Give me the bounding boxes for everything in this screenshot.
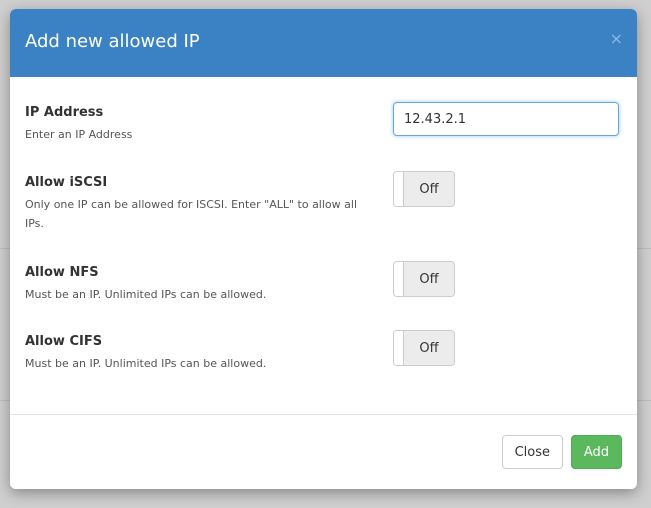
modal-header: Add new allowed IP × <box>10 9 637 77</box>
allow-nfs-field: Allow NFS Must be an IP. Unlimited IPs c… <box>25 265 375 304</box>
allow-cifs-toggle[interactable]: Off <box>393 330 455 366</box>
close-button[interactable]: Close <box>501 435 563 469</box>
allow-nfs-help: Must be an IP. Unlimited IPs can be allo… <box>25 288 267 301</box>
modal-body: IP Address Enter an IP Address Allow iSC… <box>10 77 637 415</box>
allow-iscsi-toggle[interactable]: Off <box>393 171 455 207</box>
toggle-state: Off <box>404 172 454 206</box>
ip-address-label: IP Address <box>25 105 104 120</box>
close-icon[interactable]: × <box>610 29 623 48</box>
allow-iscsi-label: Allow iSCSI <box>25 175 108 190</box>
modal-footer: Close Add <box>10 414 637 489</box>
allow-cifs-field: Allow CIFS Must be an IP. Unlimited IPs … <box>25 334 375 373</box>
toggle-handle <box>394 172 404 206</box>
allow-nfs-toggle[interactable]: Off <box>393 261 455 297</box>
allow-iscsi-help: Only one IP can be allowed for ISCSI. En… <box>25 198 357 230</box>
allow-cifs-help: Must be an IP. Unlimited IPs can be allo… <box>25 357 267 370</box>
add-button[interactable]: Add <box>570 435 622 469</box>
toggle-state: Off <box>404 262 454 296</box>
allow-nfs-label: Allow NFS <box>25 265 99 280</box>
allow-iscsi-field: Allow iSCSI Only one IP can be allowed f… <box>25 175 375 233</box>
toggle-handle <box>394 262 404 296</box>
ip-address-field: IP Address Enter an IP Address <box>25 105 375 144</box>
allow-cifs-label: Allow CIFS <box>25 334 103 349</box>
toggle-handle <box>394 331 404 365</box>
modal-title: Add new allowed IP <box>25 31 200 52</box>
toggle-state: Off <box>404 331 454 365</box>
add-allowed-ip-modal: Add new allowed IP × IP Address Enter an… <box>10 9 637 489</box>
ip-address-input[interactable] <box>393 102 619 136</box>
ip-address-help: Enter an IP Address <box>25 128 133 141</box>
